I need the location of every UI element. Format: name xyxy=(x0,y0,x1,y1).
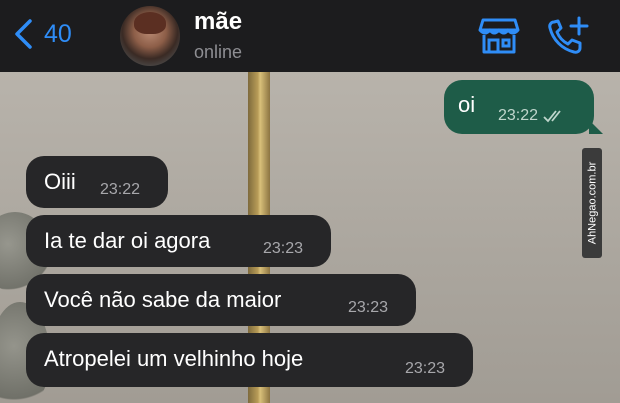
incoming-message[interactable]: Atropelei um velhinho hoje 23:23 xyxy=(26,333,473,387)
store-icon[interactable] xyxy=(478,16,520,56)
incoming-message[interactable]: Oiii 23:22 xyxy=(26,156,168,208)
back-button[interactable]: 40 xyxy=(12,18,72,50)
message-text: Ia te dar oi agora xyxy=(44,228,211,253)
bubble-tail xyxy=(589,120,603,134)
message-text: oi xyxy=(458,92,476,117)
incoming-message[interactable]: Você não sabe da maior 23:23 xyxy=(26,274,416,326)
incoming-message[interactable]: Ia te dar oi agora 23:23 xyxy=(26,215,331,267)
message-timestamp: 23:23 xyxy=(263,240,304,257)
call-add-icon[interactable] xyxy=(546,16,590,56)
outgoing-message[interactable]: oi 23:22 xyxy=(444,80,603,134)
chevron-left-icon xyxy=(15,19,32,49)
message-timestamp: 23:22 xyxy=(498,107,539,124)
contact-name[interactable]: mãe xyxy=(194,8,242,36)
chat-header: 40 mãe online xyxy=(0,0,620,72)
message-timestamp: 23:23 xyxy=(405,360,446,377)
back-count: 40 xyxy=(44,19,72,48)
message-text: Você não sabe da maior xyxy=(44,287,282,312)
watermark-text: AhNegao.com.br xyxy=(586,161,599,245)
message-text: Atropelei um velhinho hoje xyxy=(44,346,304,371)
contact-status: online xyxy=(194,42,243,62)
double-check-icon xyxy=(543,110,561,123)
site-watermark: AhNegao.com.br xyxy=(582,148,602,258)
message-time: 23:22 xyxy=(498,107,567,125)
message-timestamp: 23:22 xyxy=(100,181,141,198)
contact-avatar[interactable] xyxy=(120,6,180,66)
message-timestamp: 23:23 xyxy=(348,299,389,316)
message-text: Oiii xyxy=(44,169,76,194)
